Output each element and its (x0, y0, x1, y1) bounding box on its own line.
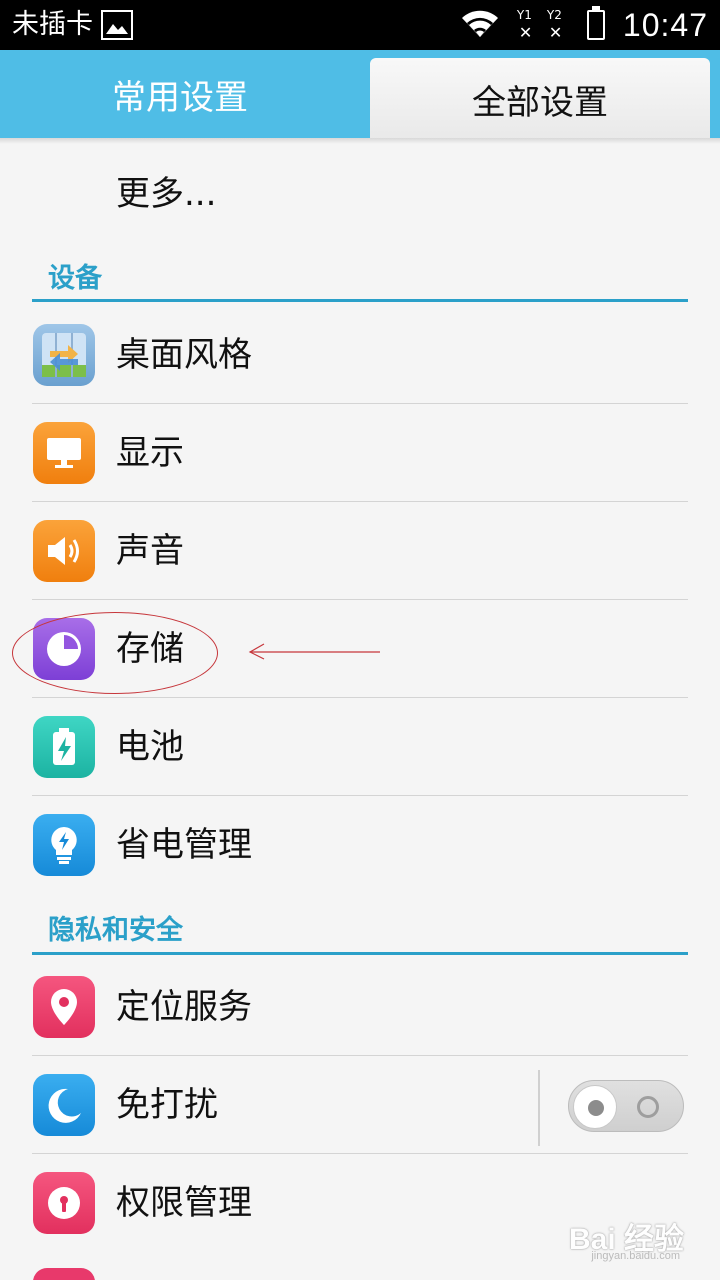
list-item-location[interactable]: 定位服务 (0, 958, 720, 1056)
display-label: 显示 (116, 433, 184, 473)
toggle-off-indicator (637, 1096, 659, 1118)
location-icon (33, 976, 95, 1038)
battery-settings-icon (33, 716, 95, 778)
sim1-icon: Y1 ✕ (515, 5, 543, 45)
location-label: 定位服务 (116, 987, 252, 1027)
power-saving-icon (33, 814, 95, 876)
section-privacy-divider (32, 952, 688, 955)
status-right: Y1 ✕ Y2 ✕ 10:47 (459, 0, 708, 50)
more-item[interactable]: 更多... (0, 145, 720, 243)
section-device-divider (32, 299, 688, 302)
sim2-x-icon: ✕ (548, 23, 563, 42)
display-icon (33, 422, 95, 484)
dnd-toggle[interactable] (568, 1080, 684, 1132)
sound-icon (33, 520, 95, 582)
sound-label: 声音 (116, 531, 184, 571)
annotation-oval (12, 612, 218, 694)
list-item-battery[interactable]: 电池 (0, 698, 720, 796)
sim1-x-icon: ✕ (518, 23, 533, 42)
list-item-display[interactable]: 显示 (0, 404, 720, 502)
clock: 10:47 (622, 6, 708, 43)
permission-label: 权限管理 (116, 1183, 252, 1223)
list-item-sound[interactable]: 声音 (0, 502, 720, 600)
desktop-style-icon (33, 324, 95, 386)
status-bar: 未插卡 Y1 ✕ Y2 ✕ 10:47 (0, 0, 720, 50)
carrier-text: 未插卡 (12, 9, 93, 40)
toggle-knob (573, 1085, 617, 1129)
battery-icon (586, 6, 605, 40)
permission-icon (33, 1172, 95, 1234)
tab-common-settings[interactable]: 常用设置 (0, 50, 360, 138)
section-privacy-header: 隐私和安全 (48, 915, 183, 946)
power-management-label: 省电管理 (116, 825, 252, 865)
tab-bar: 常用设置 全部设置 (0, 50, 720, 140)
sim2-label: Y2 (546, 8, 562, 22)
wifi-icon (459, 6, 501, 44)
dnd-label: 免打扰 (116, 1085, 218, 1125)
tab-all-settings[interactable]: 全部设置 (370, 58, 710, 140)
more-label: 更多... (116, 174, 217, 214)
battery-label: 电池 (116, 727, 184, 767)
list-item-do-not-disturb[interactable]: 免打扰 (0, 1056, 720, 1154)
partial-next-item-icon (33, 1268, 95, 1280)
list-item-desktop-style[interactable]: 桌面风格 (0, 306, 720, 404)
moon-icon (33, 1074, 95, 1136)
section-device-header: 设备 (48, 263, 102, 294)
watermark-url: jingyan.baidu.com (591, 1250, 680, 1262)
annotation-arrow (248, 643, 380, 660)
status-left: 未插卡 (12, 6, 133, 44)
desktop-style-label: 桌面风格 (116, 335, 252, 375)
sim1-label: Y1 (516, 8, 532, 22)
toggle-separator (538, 1070, 540, 1146)
list-item-power-management[interactable]: 省电管理 (0, 796, 720, 894)
sim2-icon: Y2 ✕ (545, 5, 573, 45)
image-notification-icon (101, 10, 133, 40)
tab-shadow (0, 138, 720, 144)
